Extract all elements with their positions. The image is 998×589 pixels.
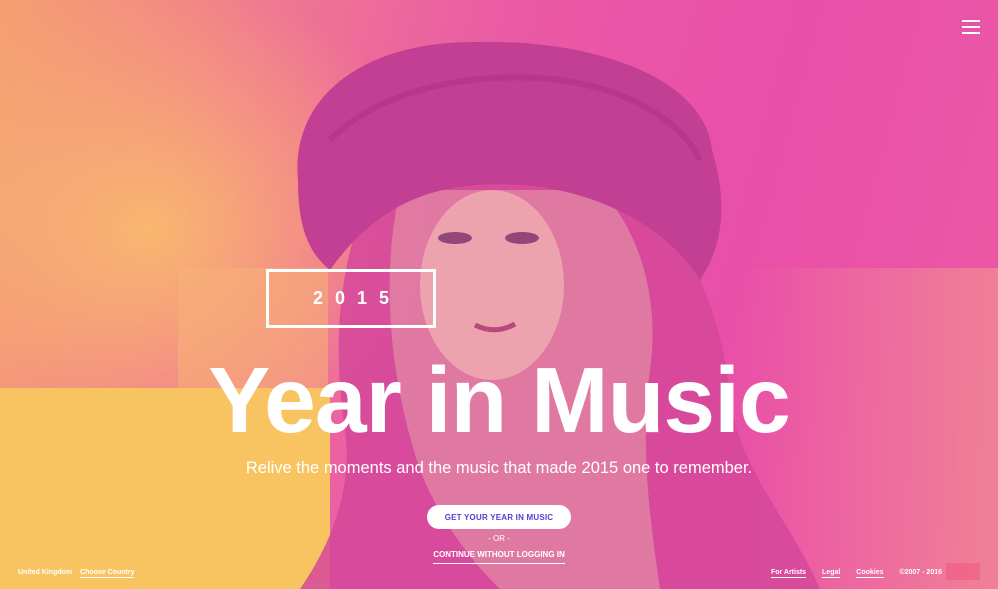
- legal-link[interactable]: Legal: [822, 569, 841, 578]
- year-badge: 2015: [266, 269, 436, 328]
- continue-without-login-link[interactable]: CONTINUE WITHOUT LOGGING IN: [433, 550, 565, 564]
- for-artists-link[interactable]: For Artists: [770, 569, 807, 578]
- hero-subtitle: Relive the moments and the music that ma…: [245, 459, 753, 477]
- portrait-photo: [297, 41, 820, 589]
- copyright: ©2007 - 2016: [899, 569, 942, 576]
- hero-background: [0, 0, 998, 589]
- footer-region: United Kingdom Choose Country: [18, 569, 135, 578]
- get-year-in-music-button[interactable]: GET YOUR YEAR IN MUSIC: [427, 505, 571, 529]
- cookies-link[interactable]: Cookies: [856, 569, 884, 578]
- decorative-corner-box: [946, 563, 980, 580]
- continue-without-login-container: CONTINUE WITHOUT LOGGING IN: [0, 550, 998, 564]
- footer-links: For Artists Legal Cookies ©2007 - 2016: [770, 569, 942, 578]
- get-year-in-music-label: GET YOUR YEAR IN MUSIC: [444, 512, 554, 522]
- hamburger-menu-icon[interactable]: [962, 20, 980, 34]
- current-region: United Kingdom: [18, 569, 73, 576]
- or-separator: - OR -: [488, 534, 510, 543]
- year-label: 2015: [312, 288, 402, 308]
- menu-button[interactable]: [962, 20, 980, 34]
- choose-country-link[interactable]: Choose Country: [80, 569, 135, 578]
- page-title: Year in Music: [208, 348, 790, 452]
